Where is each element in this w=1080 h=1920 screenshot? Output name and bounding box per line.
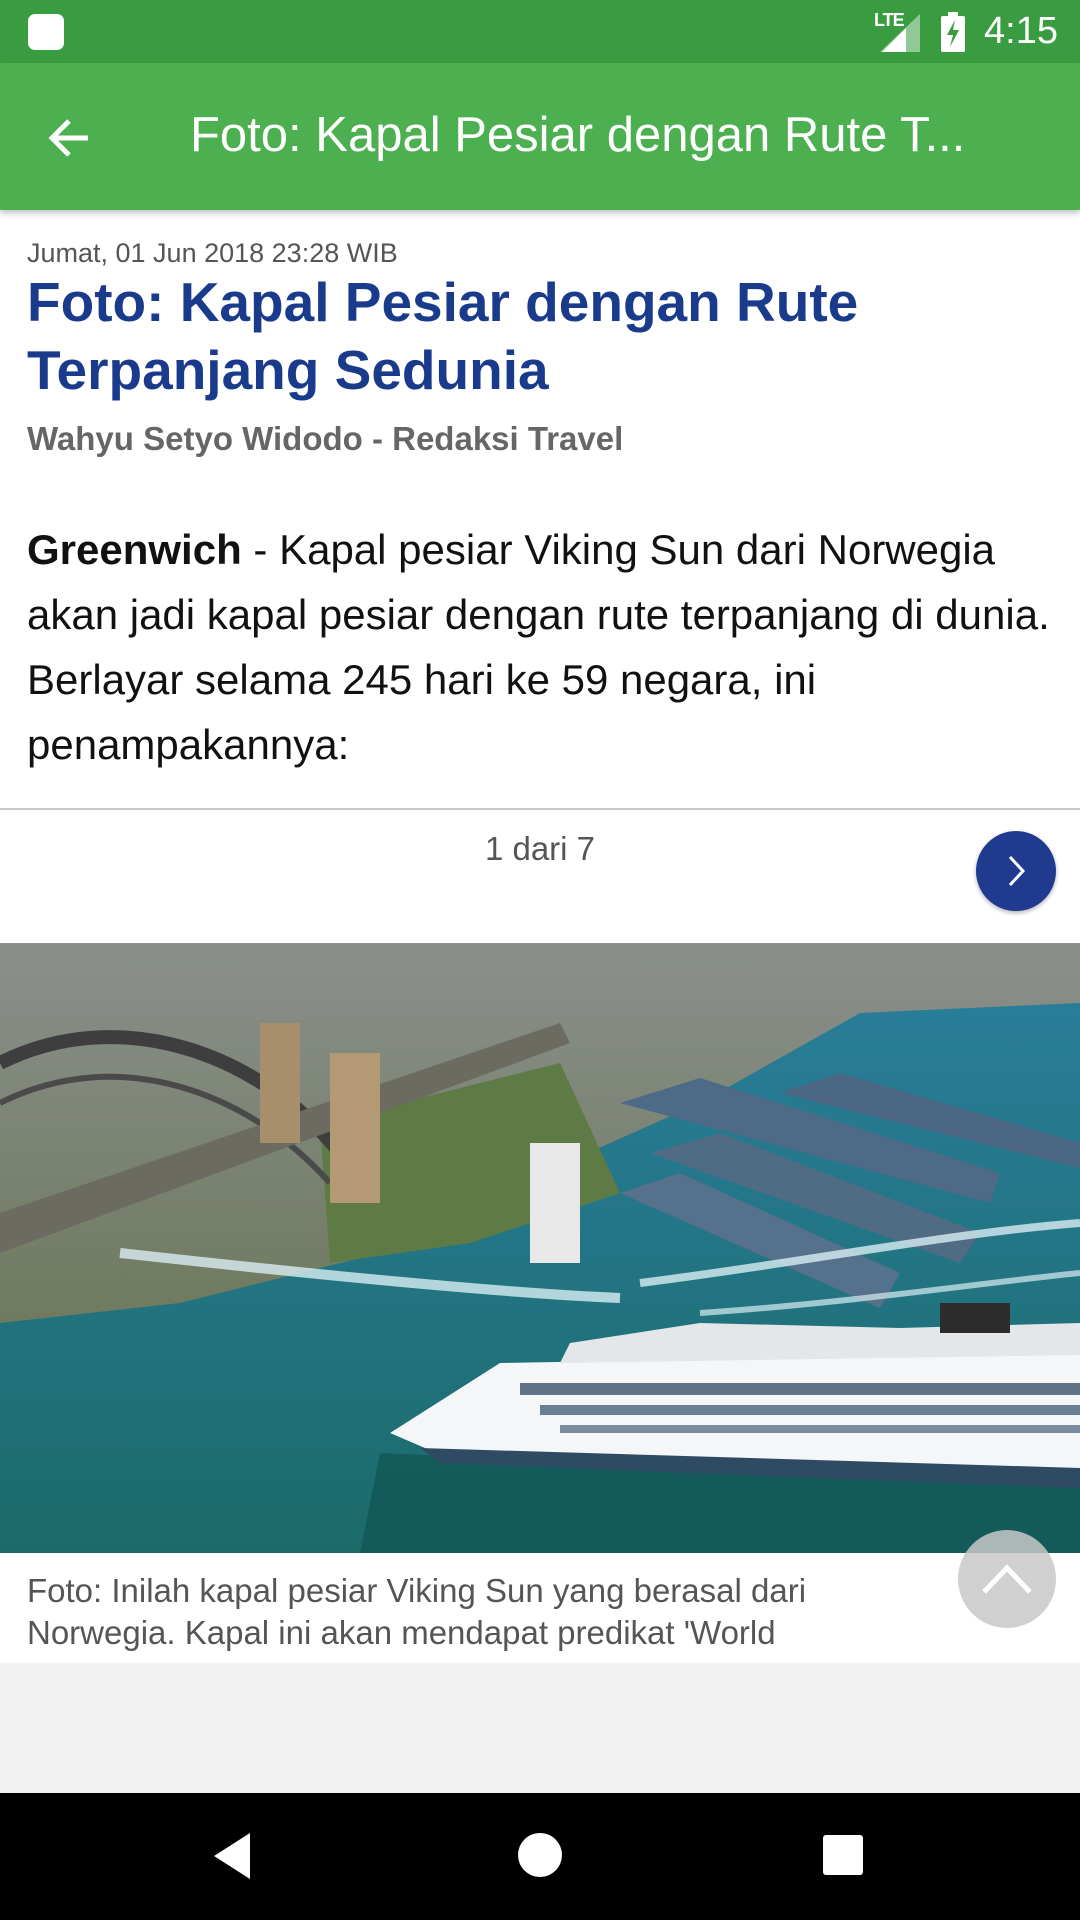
arrow-back-icon [48,119,88,157]
battery-charging-icon [941,12,965,52]
chevron-up-icon [982,1564,1032,1594]
chevron-right-icon [1008,855,1026,887]
nav-back-icon[interactable] [210,1831,254,1881]
app-bar: Foto: Kapal Pesiar dengan Rute T... [0,63,1080,210]
app-bar-title: Foto: Kapal Pesiar dengan Rute T... [190,108,966,162]
scroll-to-top-button[interactable] [958,1530,1056,1628]
article-author: Wahyu Setyo Widodo - Redaksi Travel [27,420,624,457]
article-lead: Greenwich - Kapal pesiar Viking Sun dari… [27,517,1057,777]
divider [0,808,1080,810]
notification-icon [28,14,64,50]
back-button[interactable] [34,103,104,173]
article-date: Jumat, 01 Jun 2018 23:28 WIB [27,238,398,268]
gallery-pager: 1 dari 7 [484,830,596,867]
system-navigation-bar [0,1793,1080,1920]
signal-icon [880,14,920,52]
nav-recents-icon[interactable] [823,1835,863,1875]
lead-location: Greenwich [27,526,242,573]
photo-caption: Foto: Inilah kapal pesiar Viking Sun yan… [27,1572,807,1651]
clock: 4:15 [984,10,1058,52]
status-bar: LTE 4:15 [0,0,1080,63]
next-photo-button[interactable] [976,831,1056,911]
cruise-ship-harbour-image [0,943,1080,1553]
article-headline: Foto: Kapal Pesiar dengan Rute Terpanjan… [27,271,859,401]
screen: LTE 4:15 Foto: Kapal Pesiar dengan Rute … [0,0,1080,1920]
nav-home-icon[interactable] [518,1833,562,1877]
article-content[interactable]: Jumat, 01 Jun 2018 23:28 WIB Foto: Kapal… [0,210,1080,1663]
gallery-photo[interactable] [0,943,1080,1553]
